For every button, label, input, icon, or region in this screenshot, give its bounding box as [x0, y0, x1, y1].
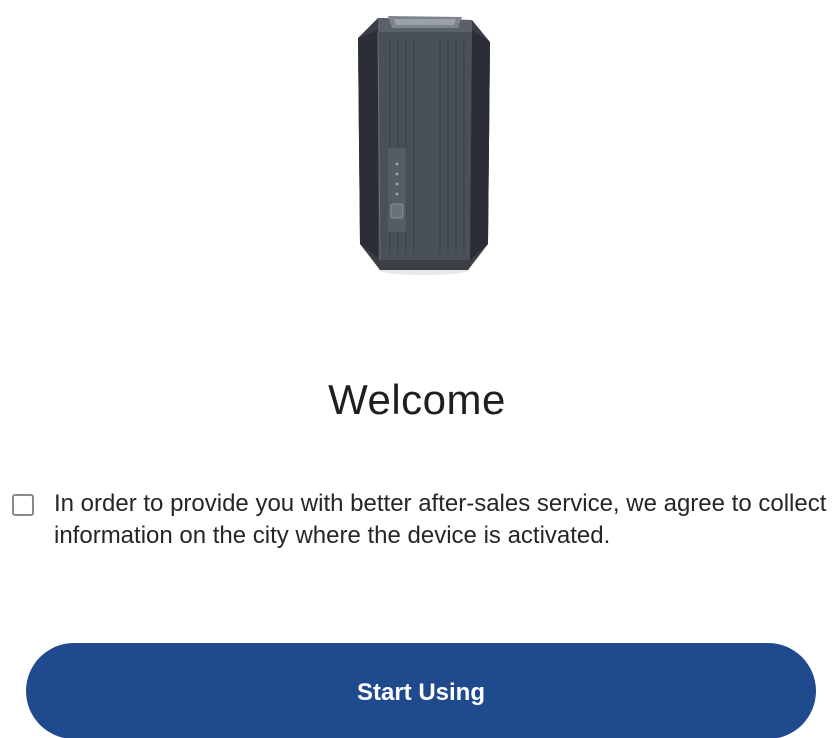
start-using-button[interactable]: Start Using: [26, 643, 816, 738]
consent-row: In order to provide you with better afte…: [12, 488, 832, 552]
welcome-screen: Welcome In order to provide you with bet…: [0, 0, 834, 738]
welcome-title: Welcome: [328, 376, 506, 423]
consent-text: In order to provide you with better afte…: [54, 490, 827, 549]
start-using-label: Start Using: [356, 679, 485, 706]
router-device-image: [358, 16, 490, 275]
consent-checkbox[interactable]: [12, 494, 34, 516]
